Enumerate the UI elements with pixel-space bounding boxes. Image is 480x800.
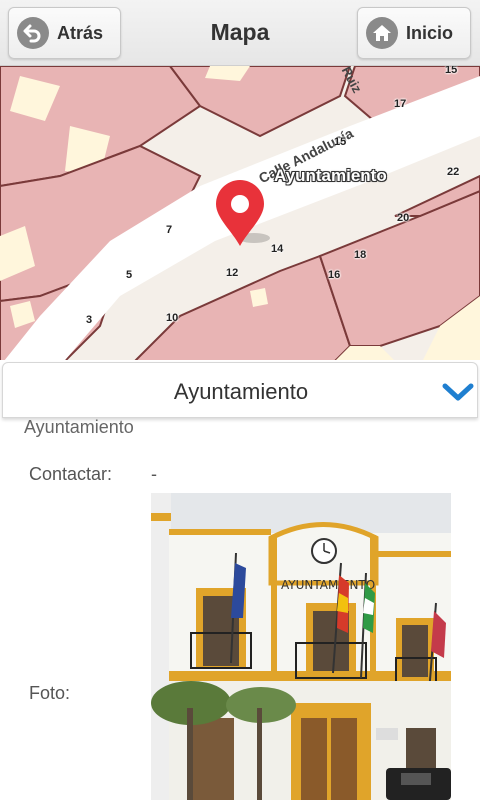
home-button-label: Inicio (406, 22, 454, 43)
map-view[interactable]: Ruiz Calle Andalucía Ayuntamiento 15 17 … (0, 66, 480, 366)
house-number: 3 (86, 314, 93, 326)
panel-header[interactable]: Ayuntamiento (2, 362, 478, 418)
home-icon (366, 17, 398, 49)
house-number: 10 (166, 312, 179, 324)
house-number: 7 (166, 224, 173, 236)
contact-value: - (151, 464, 157, 484)
photo-label: Foto: (29, 683, 71, 703)
house-number: 12 (226, 267, 239, 279)
chevron-down-icon[interactable] (441, 377, 475, 405)
house-number: 22 (447, 166, 460, 178)
house-number: 16 (328, 269, 341, 281)
house-number: 18 (354, 249, 367, 261)
house-number: 20 (397, 212, 410, 224)
photo-sign-text: AYUNTAMIENTO (281, 578, 375, 592)
house-number: 17 (394, 98, 407, 110)
contact-label: Contactar: (29, 464, 113, 484)
town-hall-photo: AYUNTAMIENTO (151, 493, 451, 800)
home-button[interactable]: Inicio (357, 7, 471, 59)
info-panel: Ayuntamiento Ayuntamiento Contactar: - F… (0, 360, 480, 800)
place-subtitle: Ayuntamiento (24, 417, 134, 437)
house-number: 15 (445, 66, 458, 76)
top-bar: Atrás Mapa Inicio (0, 0, 480, 66)
panel-title: Ayuntamiento (173, 379, 309, 404)
house-number: 5 (126, 269, 133, 281)
house-number: 14 (271, 243, 284, 255)
poi-label[interactable]: Ayuntamiento (274, 166, 387, 186)
house-number: 15 (334, 136, 347, 148)
building-photo[interactable]: AYUNTAMIENTO (151, 493, 451, 800)
